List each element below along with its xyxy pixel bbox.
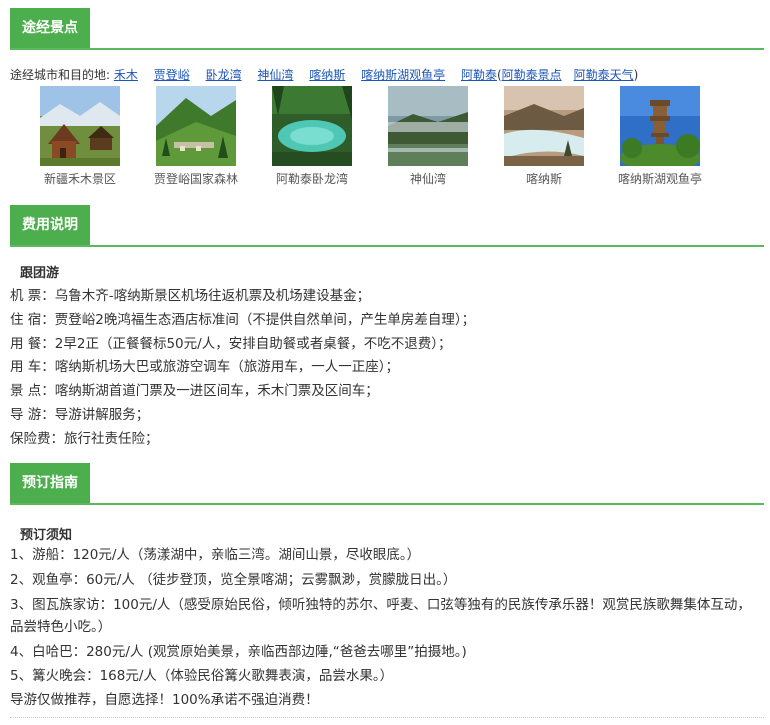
fee-flight: 机 票：乌鲁木齐-喀纳斯景区机场往返机票及机场建设基金； (10, 288, 371, 304)
altay-weather-link[interactable]: 阿勒泰天气 (574, 68, 634, 82)
city-link-hemu[interactable]: 禾木 (114, 68, 138, 82)
fish-watching-pavilion-photo[interactable] (620, 86, 700, 166)
kanas-photo[interactable] (504, 86, 584, 166)
fee-insurance: 保险费：旅行社责任险； (10, 431, 159, 447)
photo-caption: 喀纳斯湖观鱼亭 (617, 172, 702, 186)
photo-item-kanas[interactable]: 喀纳斯 (486, 86, 602, 187)
fees-section-title: 费用说明 (10, 205, 90, 245)
city-link-jiadengyu[interactable]: 贾登峪 (154, 68, 190, 82)
route-section-title: 途经景点 (10, 8, 90, 48)
photo-item-shenxian[interactable]: 神仙湾 (370, 86, 486, 187)
booking-disclaimer: 导游仅做推荐，自愿选择！100%承诺不强迫消费！ (10, 692, 319, 708)
fees-section-header: 费用说明 (10, 205, 764, 247)
fee-attractions: 景 点：喀纳斯湖首道门票及一进区间车，禾木门票及区间车； (10, 383, 379, 399)
fee-guide: 导 游：导游讲解服务； (10, 407, 150, 423)
booking-item-pavilion: 2、观鱼亭：60元/人 （徒步登顶，览全景喀湖；云雾飘渺，赏朦胧日出。） (10, 572, 457, 588)
city-link-shenxianwan[interactable]: 神仙湾 (257, 68, 293, 82)
shenxian-bay-photo[interactable] (388, 86, 468, 166)
cities-line: 途经城市和目的地: 禾木 贾登峪 卧龙湾 神仙湾 喀纳斯 喀纳斯湖观鱼亭 阿勒泰… (10, 66, 638, 83)
paren-close: ) (633, 68, 639, 82)
photo-item-wolong[interactable]: 阿勒泰卧龙湾 (254, 86, 370, 187)
bottom-divider (10, 717, 764, 718)
booking-section-title: 预订指南 (10, 463, 90, 503)
photo-item-jiadengyu[interactable]: 贾登峪国家森林 (138, 86, 254, 187)
city-link-wolongwan[interactable]: 卧龙湾 (206, 68, 242, 82)
photo-caption: 贾登峪国家森林 (153, 172, 238, 186)
city-link-kanas[interactable]: 喀纳斯 (309, 68, 345, 82)
cities-label: 途经城市和目的地: (10, 68, 111, 82)
booking-item-boat: 1、游船：120元/人（荡漾湖中，亲临三湾。湖间山景，尽收眼底。） (10, 547, 421, 563)
city-link-altay[interactable]: 阿勒泰 (461, 68, 497, 82)
booking-item-tuva-visit: 3、图瓦族家访：100元/人（感受原始民俗，倾听独特的苏尔、呼麦、口弦等独有的民… (10, 597, 751, 635)
photo-caption: 喀纳斯 (525, 172, 562, 186)
route-section-header: 途经景点 (10, 8, 764, 50)
booking-item-bonfire: 5、篝火晚会：168元/人（体验民俗篝火歌舞表演，品尝水果。） (10, 668, 394, 684)
altay-attractions-link[interactable]: 阿勒泰景点 (502, 68, 562, 82)
paren-open: ( (496, 68, 502, 82)
fee-hotel: 住 宿：贾登峪2晚鸿福生态酒店标准间（不提供自然单间，产生单房差自理）； (10, 312, 476, 328)
fee-meals: 用 餐：2早2正（正餐餐标50元/人，安排自助餐或者桌餐，不吃不退费）； (10, 336, 452, 352)
jiadengyu-forest-photo[interactable] (156, 86, 236, 166)
photo-caption: 新疆禾木景区 (43, 172, 116, 186)
wolong-bay-photo[interactable] (272, 86, 352, 166)
booking-section-header: 预订指南 (10, 463, 764, 505)
photo-item-hemu[interactable]: 新疆禾木景区 (22, 86, 138, 187)
fee-transport: 用 车：喀纳斯机场大巴或旅游空调车（旅游用车，一人一正座）； (10, 359, 400, 375)
photo-caption: 神仙湾 (409, 172, 446, 186)
booking-notice-title: 预订须知 (20, 528, 73, 543)
photo-row: 新疆禾木景区 贾登峪国家森林 阿勒泰卧龙湾 神仙湾 喀纳斯 喀纳斯湖观鱼亭 (24, 86, 744, 186)
hemu-village-photo[interactable] (40, 86, 120, 166)
city-link-fish-pavilion[interactable]: 喀纳斯湖观鱼亭 (361, 68, 445, 82)
booking-item-baihaba: 4、白哈巴：280元/人 (观赏原始美景，亲临西部边陲,“爸爸去哪里”拍摄地。) (10, 644, 467, 660)
photo-item-pavilion[interactable]: 喀纳斯湖观鱼亭 (602, 86, 718, 187)
group-tour-title: 跟团游 (20, 266, 60, 281)
photo-caption: 阿勒泰卧龙湾 (275, 172, 348, 186)
